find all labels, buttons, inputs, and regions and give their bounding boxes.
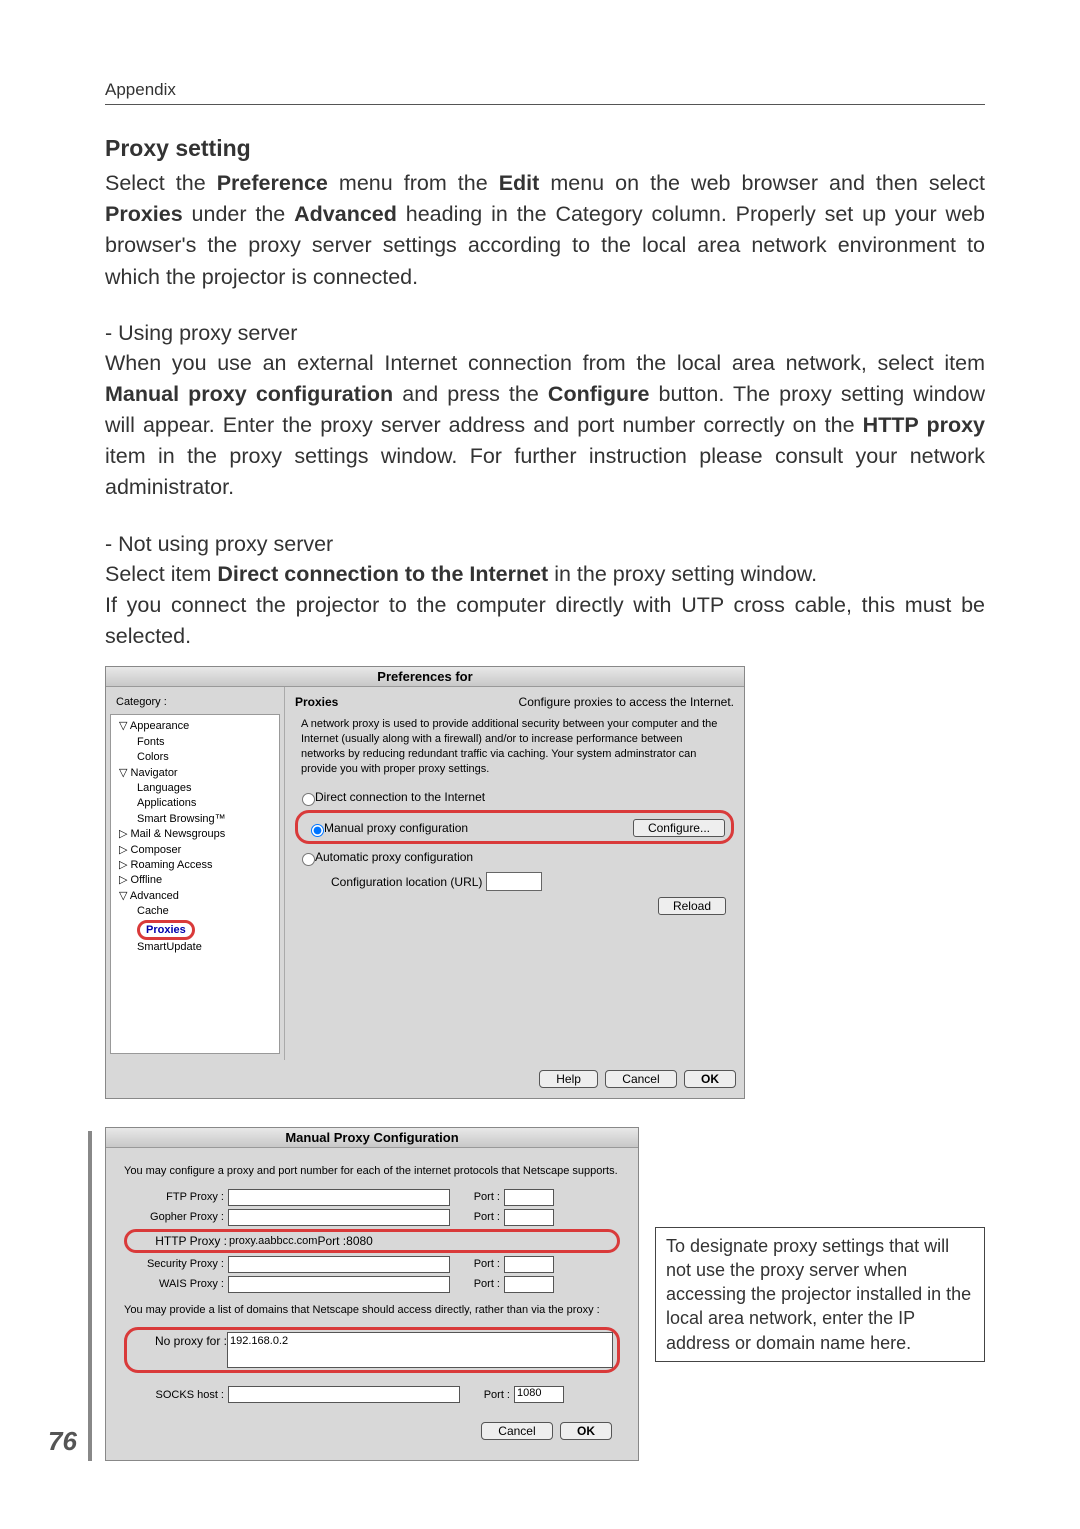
radio-direct[interactable]: Direct connection to the Internet xyxy=(295,786,734,808)
security-port-input[interactable] xyxy=(504,1256,554,1273)
manual-intro: You may configure a proxy and port numbe… xyxy=(124,1164,620,1178)
tree-item[interactable]: ▽ Advanced xyxy=(115,889,275,904)
t: Manual proxy configuration xyxy=(105,382,393,406)
tree-item[interactable]: ▽ Navigator xyxy=(115,766,275,781)
tree-item[interactable]: Smart Browsing™ xyxy=(115,812,275,827)
tree-item[interactable]: Languages xyxy=(115,781,275,796)
t: Preference xyxy=(217,171,328,195)
radio-input[interactable] xyxy=(311,824,324,837)
t: Configure xyxy=(548,382,650,406)
window-title: Manual Proxy Configuration xyxy=(106,1128,638,1148)
t: HTTP proxy xyxy=(863,413,985,437)
t: Direct connection to the Internet xyxy=(217,562,548,586)
notusing-head: - Not using proxy server xyxy=(105,532,985,557)
t: menu on the web browser and then select xyxy=(539,171,985,195)
tree-item-proxies[interactable]: Proxies xyxy=(146,924,186,936)
page-rule xyxy=(88,1131,92,1461)
t: Proxies xyxy=(105,202,183,226)
http-label: HTTP Proxy : xyxy=(131,1234,227,1248)
wais-input[interactable] xyxy=(228,1276,450,1293)
ok-button[interactable]: OK xyxy=(560,1422,612,1440)
t: under the xyxy=(183,202,294,226)
t: Select item xyxy=(105,562,217,586)
tree-item[interactable]: ▷ Composer xyxy=(115,843,275,858)
t: in the proxy setting window. xyxy=(548,562,817,586)
side-note: To designate proxy settings that will no… xyxy=(655,1227,985,1362)
noproxy-input[interactable]: 192.168.0.2 xyxy=(227,1332,613,1368)
manual-proxy-window: Manual Proxy Configuration You may confi… xyxy=(105,1127,639,1461)
socks-label: SOCKS host : xyxy=(124,1389,228,1401)
tree-item[interactable]: Colors xyxy=(115,750,275,765)
noproxy-label: No proxy for : xyxy=(131,1332,227,1348)
help-button[interactable]: Help xyxy=(539,1070,598,1088)
port-label: Port : xyxy=(450,1211,504,1223)
wais-label: WAIS Proxy : xyxy=(124,1278,228,1290)
configure-button[interactable]: Configure... xyxy=(633,819,725,837)
tree-item[interactable]: SmartUpdate xyxy=(115,940,275,955)
category-label: Category : xyxy=(110,693,280,714)
t: When you use an external Internet connec… xyxy=(105,351,985,375)
ok-button[interactable]: OK xyxy=(684,1070,736,1088)
section-title: Proxy setting xyxy=(105,135,985,162)
socks-port-input[interactable]: 1080 xyxy=(514,1386,564,1403)
t: If you connect the projector to the comp… xyxy=(105,593,985,648)
ftp-label: FTP Proxy : xyxy=(124,1191,228,1203)
port-label: Port : xyxy=(317,1234,346,1248)
port-label: Port : xyxy=(450,1258,504,1270)
t: Select the xyxy=(105,171,217,195)
port-label: Port : xyxy=(450,1278,504,1290)
window-title: Preferences for xyxy=(106,667,744,687)
page-header: Appendix xyxy=(105,80,985,105)
cancel-button[interactable]: Cancel xyxy=(605,1070,676,1088)
tree-item[interactable]: Proxies xyxy=(115,920,275,940)
tree-item[interactable]: Fonts xyxy=(115,735,275,750)
t: menu from the xyxy=(328,171,499,195)
gopher-label: Gopher Proxy : xyxy=(124,1211,228,1223)
security-label: Security Proxy : xyxy=(124,1258,228,1270)
ftp-port-input[interactable] xyxy=(504,1189,554,1206)
radio-input[interactable] xyxy=(302,793,315,806)
domains-note: You may provide a list of domains that N… xyxy=(124,1303,620,1317)
tree-item[interactable]: Cache xyxy=(115,904,275,919)
category-tree[interactable]: ▽ Appearance Fonts Colors ▽ Navigator La… xyxy=(110,714,280,1054)
using-head: - Using proxy server xyxy=(105,321,985,346)
tree-item[interactable]: ▷ Roaming Access xyxy=(115,858,275,873)
reload-button[interactable]: Reload xyxy=(658,897,726,915)
using-paragraph: When you use an external Internet connec… xyxy=(105,348,985,504)
tree-item[interactable]: ▷ Offline xyxy=(115,873,275,888)
t: item in the proxy settings window. For f… xyxy=(105,444,985,499)
notusing-paragraph: Select item Direct connection to the Int… xyxy=(105,559,985,653)
port-label: Port : xyxy=(460,1389,514,1401)
preferences-window: Preferences for Category : ▽ Appearance … xyxy=(105,666,745,1099)
tree-item[interactable]: Applications xyxy=(115,796,275,811)
wais-port-input[interactable] xyxy=(504,1276,554,1293)
url-label: Configuration location (URL) xyxy=(331,875,482,889)
pane-title: Proxies xyxy=(295,695,338,709)
port-label: Port : xyxy=(450,1191,504,1203)
socks-input[interactable] xyxy=(228,1386,460,1403)
intro-paragraph: Select the Preference menu from the Edit… xyxy=(105,168,985,293)
page-number: 76 xyxy=(48,1426,77,1457)
tree-item[interactable]: ▷ Mail & Newsgroups xyxy=(115,827,275,842)
radio-input[interactable] xyxy=(302,853,315,866)
radio-automatic[interactable]: Automatic proxy configuration xyxy=(295,846,734,868)
url-input[interactable] xyxy=(486,872,542,891)
tree-item[interactable]: ▽ Appearance xyxy=(115,719,275,734)
t: Advanced xyxy=(294,202,397,226)
radio-manual[interactable]: Manual proxy configuration xyxy=(304,817,474,839)
cancel-button[interactable]: Cancel xyxy=(481,1422,552,1440)
gopher-port-input[interactable] xyxy=(504,1209,554,1226)
ftp-input[interactable] xyxy=(228,1189,450,1206)
t: and press the xyxy=(393,382,548,406)
t: Edit xyxy=(499,171,540,195)
http-port-input[interactable]: 8080 xyxy=(346,1234,373,1248)
http-input[interactable]: proxy.aabbcc.com xyxy=(227,1235,317,1247)
security-input[interactable] xyxy=(228,1256,450,1273)
pane-subtitle: Configure proxies to access the Internet… xyxy=(519,695,734,709)
pane-description: A network proxy is used to provide addit… xyxy=(295,717,734,786)
gopher-input[interactable] xyxy=(228,1209,450,1226)
